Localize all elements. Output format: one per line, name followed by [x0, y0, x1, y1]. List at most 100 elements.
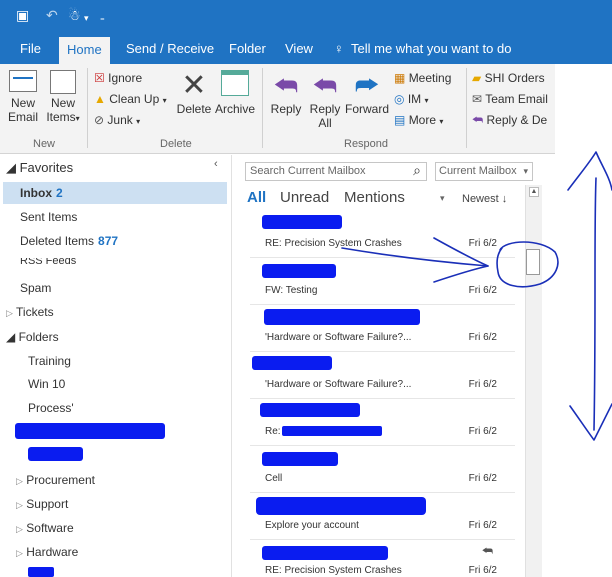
folder-sent-items[interactable]: Sent Items [20, 210, 77, 224]
group-label-new: New [33, 138, 56, 150]
redaction-mark [256, 497, 426, 515]
tell-me-icon[interactable]: ♀ [334, 34, 344, 64]
dropdown-icon[interactable]: ▾ [84, 11, 89, 27]
redaction-mark [28, 567, 54, 577]
search-scope-dropdown[interactable]: Current Mailbox ▾ [435, 162, 533, 181]
quickstep-reply-delete[interactable]: ⮪ Reply & De [472, 112, 547, 128]
forward-button[interactable]: ⮫ Forward [344, 70, 390, 116]
favorites-header[interactable]: ◢ Favorites [6, 160, 73, 176]
scroll-up-icon[interactable]: ▲ [529, 187, 539, 197]
im-icon: ◎ [394, 92, 405, 106]
redaction-mark [252, 356, 332, 370]
replied-icon: ⮪ [481, 544, 493, 558]
folder-hardware[interactable]: ▷ Hardware [16, 545, 78, 559]
new-items-icon [50, 70, 76, 94]
folder-training[interactable]: Training [28, 354, 71, 368]
tab-view[interactable]: View [285, 34, 313, 64]
tab-folder[interactable]: Folder [229, 34, 266, 64]
archive-icon [221, 70, 249, 96]
cleanup-button[interactable]: ▲ Clean Up ▾ [94, 91, 167, 109]
ignore-icon: ☒ [94, 71, 105, 85]
customize-icon[interactable]: ₌ [100, 11, 105, 27]
delete-x-icon: ✕ [181, 68, 207, 103]
search-input[interactable]: Search Current Mailbox ⌕ [245, 162, 427, 181]
message-row[interactable]: ⮪ RE: Precision System Crashes Fri 6/2 [250, 540, 515, 577]
search-icon[interactable]: ⌕ [413, 162, 421, 179]
more-icon: ▤ [394, 113, 406, 127]
reply-icon: ⮪ [273, 71, 299, 101]
quickstep-shi-orders[interactable]: ▰ SHI Orders [472, 70, 545, 86]
tab-file[interactable]: File [20, 34, 41, 64]
tab-home[interactable]: Home [59, 37, 110, 64]
undo-icon[interactable]: ↶ [46, 8, 58, 24]
folder-deleted-items[interactable]: Deleted Items 877 [20, 234, 118, 248]
folder-rss-feeds[interactable]: RSS Feeds [20, 258, 76, 268]
ignore-button[interactable]: ☒ Ignore [94, 70, 142, 86]
quickstep-team-email[interactable]: ✉ Team Email [472, 91, 548, 107]
message-row[interactable]: Cell Fri 6/2 [250, 446, 515, 493]
reply-button[interactable]: ⮪ Reply [266, 70, 306, 116]
blank-margin [545, 155, 612, 577]
im-button[interactable]: ◎ IM ▾ [394, 91, 429, 109]
message-row[interactable]: 'Hardware or Software Failure?... Fri 6/2 [250, 352, 515, 399]
delete-button[interactable]: ✕ Delete [174, 68, 214, 117]
folder-software[interactable]: ▷ Software [16, 521, 74, 535]
folders-header[interactable]: ◢ Folders [6, 330, 59, 344]
redaction-mark [262, 452, 338, 466]
folder-support[interactable]: ▷ Support [16, 497, 68, 511]
message-row[interactable]: RE: Precision System Crashes Fri 6/2 [250, 211, 515, 258]
redaction-mark [264, 309, 420, 325]
group-label-delete: Delete [160, 138, 192, 150]
more-button[interactable]: ▤ More ▾ [394, 112, 443, 130]
envelope-icon [9, 70, 37, 92]
tell-me-search[interactable]: Tell me what you want to do [351, 34, 511, 64]
mail-icon: ✉ [472, 92, 483, 106]
folder-icon: ▰ [472, 71, 482, 85]
title-bar: ▣ ↶ ☃ ▾ ₌ [0, 0, 612, 34]
new-email-button[interactable]: New Email [5, 70, 41, 124]
folder-tickets[interactable]: ▷ Tickets [6, 305, 54, 319]
tab-send-receive[interactable]: Send / Receive [126, 34, 214, 64]
filter-unread[interactable]: Unread [280, 189, 329, 206]
archive-button[interactable]: Archive [214, 70, 256, 116]
ribbon-tabs: File Home Send / Receive Folder View ♀ T… [0, 34, 612, 64]
message-row[interactable]: FW: Testing Fri 6/2 [250, 258, 515, 305]
folder-inbox[interactable]: Inbox 2 [20, 186, 63, 200]
redaction-mark [262, 215, 342, 229]
reply-all-icon: ⮪ [312, 71, 338, 101]
filter-mentions[interactable]: Mentions [344, 189, 405, 206]
chevron-down-icon: ▾ [523, 166, 528, 176]
sort-button[interactable]: Newest ↓ [462, 193, 507, 205]
junk-button[interactable]: ⊘ Junk ▾ [94, 112, 140, 130]
meeting-button[interactable]: ▦ Meeting [394, 70, 451, 86]
calendar-icon: ▦ [394, 71, 406, 85]
filter-dropdown-icon[interactable]: ▾ [440, 193, 445, 204]
filter-all[interactable]: All [247, 189, 266, 206]
forward-icon: ⮫ [354, 71, 380, 101]
reply-delete-icon: ⮪ [472, 113, 484, 127]
redaction-mark [15, 423, 165, 439]
redaction-mark [262, 546, 388, 560]
reply-all-button[interactable]: ⮪ Reply All [305, 70, 345, 130]
cleanup-icon: ▲ [94, 92, 106, 106]
collapse-pane-icon[interactable]: ‹ [214, 158, 218, 170]
redaction-mark [282, 426, 382, 436]
folder-win10[interactable]: Win 10 [28, 377, 65, 391]
folder-procurement[interactable]: ▷ Procurement [16, 473, 95, 487]
person-icon[interactable]: ☃ [68, 8, 81, 24]
message-row[interactable]: 'Hardware or Software Failure?... Fri 6/2 [250, 305, 515, 352]
group-label-respond: Respond [344, 138, 389, 150]
message-row[interactable]: Explore your account Fri 6/2 [250, 493, 515, 540]
message-row[interactable]: Re: Fri 6/2 [250, 399, 515, 446]
ribbon: New Email New Items▾ New ☒ Ignore ▲ Clea… [0, 64, 555, 154]
folder-spam[interactable]: Spam [20, 281, 51, 295]
redaction-mark [260, 403, 360, 417]
scrollbar-thumb[interactable] [526, 249, 540, 275]
new-items-button[interactable]: New Items▾ [45, 70, 81, 126]
app-icon[interactable]: ▣ [16, 8, 29, 24]
message-list: Search Current Mailbox ⌕ Current Mailbox ▾… [240, 155, 545, 577]
redaction-mark [28, 447, 83, 461]
folder-process[interactable]: Process' [28, 401, 74, 415]
folder-pane: ◢ Favorites ‹ Inbox 2 Sent Items Deleted … [0, 155, 232, 577]
message-list-scrollbar[interactable]: ▲ [525, 185, 542, 577]
